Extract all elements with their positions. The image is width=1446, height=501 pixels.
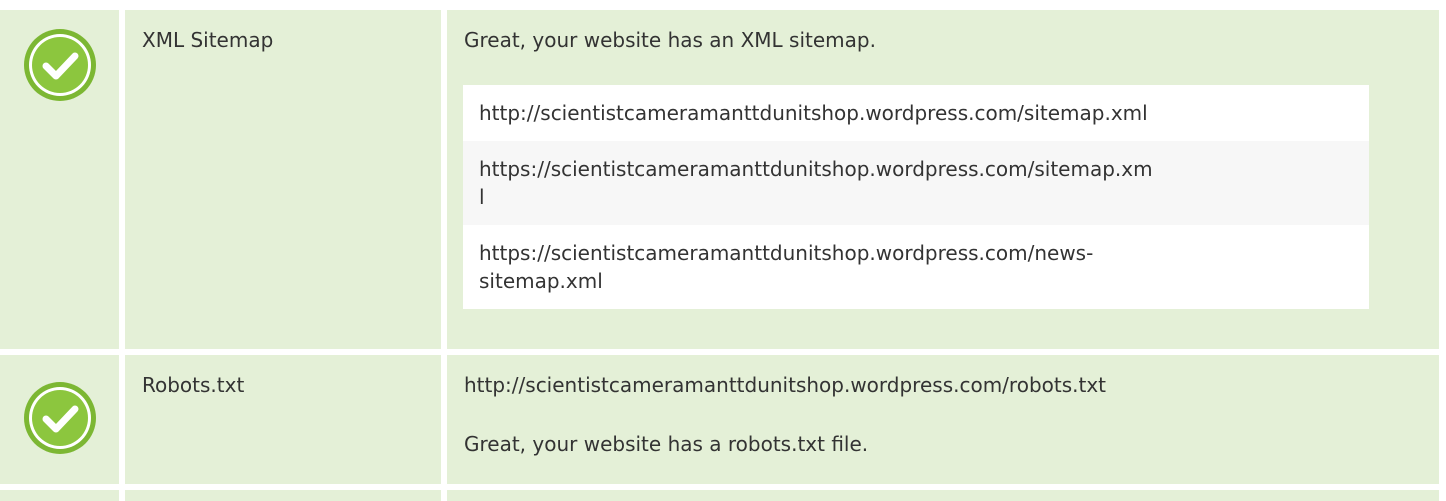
sitemap-list: http://scientistcameramanttdunitshop.wor… bbox=[463, 85, 1369, 309]
label-cell: Robots.txt bbox=[125, 355, 441, 484]
content-cell bbox=[447, 490, 1439, 501]
row-label: Robots.txt bbox=[142, 373, 245, 397]
sitemap-url[interactable]: https://scientistcameramanttdunitshop.wo… bbox=[463, 225, 1369, 309]
next-row bbox=[0, 490, 1446, 501]
status-cell bbox=[0, 10, 119, 349]
sitemap-url[interactable]: https://scientistcameramanttdunitshop.wo… bbox=[463, 141, 1369, 225]
content-cell: Great, your website has an XML sitemap. … bbox=[447, 10, 1439, 349]
status-cell bbox=[0, 490, 119, 501]
status-message: Great, your website has an XML sitemap. bbox=[464, 28, 876, 52]
sitemap-url[interactable]: http://scientistcameramanttdunitshop.wor… bbox=[463, 85, 1369, 141]
label-cell bbox=[125, 490, 441, 501]
robots-url[interactable]: http://scientistcameramanttdunitshop.wor… bbox=[464, 371, 1106, 399]
check-circle-icon bbox=[24, 29, 96, 101]
content-cell: http://scientistcameramanttdunitshop.wor… bbox=[447, 355, 1439, 484]
label-cell: XML Sitemap bbox=[125, 10, 441, 349]
status-cell bbox=[0, 355, 119, 484]
row-label: XML Sitemap bbox=[142, 28, 274, 52]
check-circle-icon bbox=[24, 382, 96, 454]
xml-sitemap-row: XML Sitemap Great, your website has an X… bbox=[0, 10, 1446, 349]
status-message: Great, your website has a robots.txt fil… bbox=[464, 432, 869, 456]
robots-txt-row: Robots.txt http://scientistcameramanttdu… bbox=[0, 355, 1446, 484]
